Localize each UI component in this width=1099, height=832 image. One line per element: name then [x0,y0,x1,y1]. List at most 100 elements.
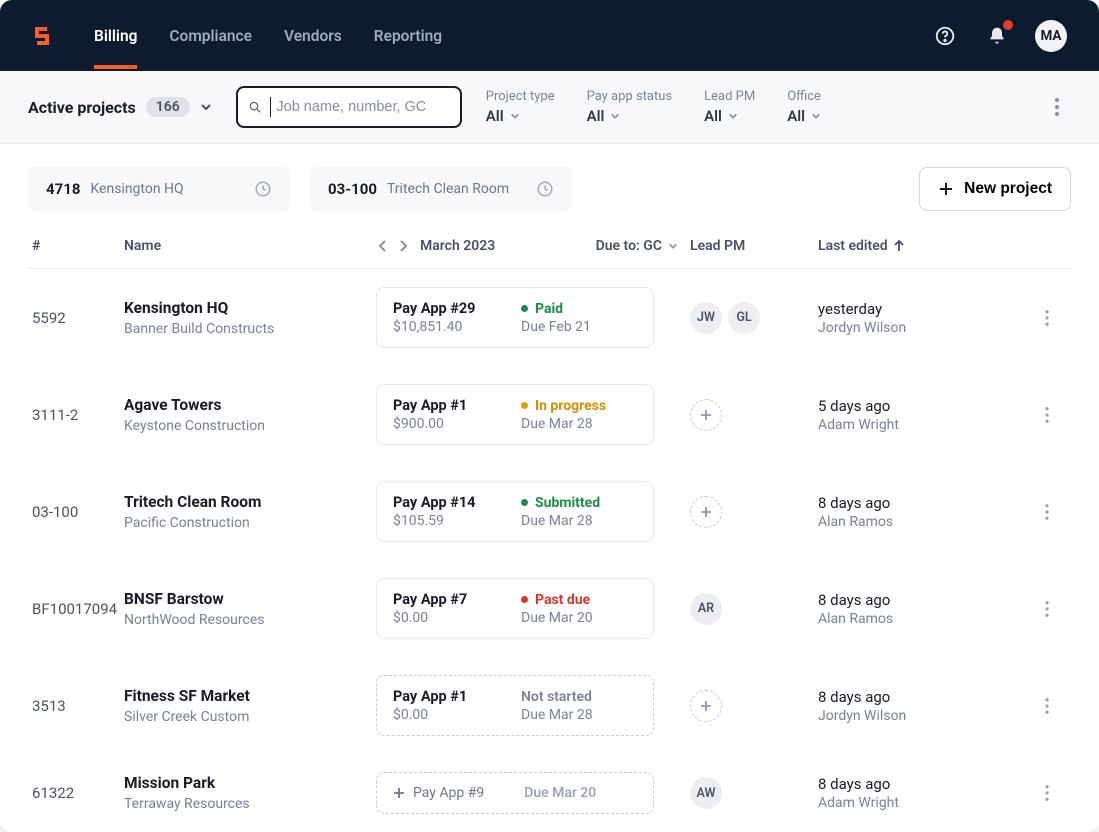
pm-avatar[interactable]: AR [690,593,722,625]
last-edited-label: Last edited [818,238,888,254]
chevron-down-icon [668,241,678,251]
filter-lead-pm[interactable]: Lead PM All [704,89,755,125]
row-more-menu[interactable] [1027,601,1067,617]
filter-project-type[interactable]: Project type All [486,89,555,125]
search-box[interactable] [236,86,462,128]
table-row: 03-100 Tritech Clean Room Pacific Constr… [28,463,1071,560]
new-project-label: New project [964,180,1052,198]
quick-project-card[interactable]: 03-100 Tritech Clean Room [310,166,572,212]
project-name: Mission Park [124,774,376,792]
edited-who: Alan Ramos [818,611,893,627]
chevron-down-icon [811,111,821,121]
add-pm-button[interactable] [690,399,722,431]
column-last-edited[interactable]: Last edited [818,238,1027,254]
row-more-menu[interactable] [1027,310,1067,326]
clock-icon [536,180,554,198]
cell-name[interactable]: Agave Towers Keystone Construction [124,396,376,434]
nav-link-billing[interactable]: Billing [94,3,137,69]
edited-who: Adam Wright [818,417,899,433]
filter-value: All [587,107,605,125]
new-project-button[interactable]: New project [919,167,1071,211]
nav-link-vendors[interactable]: Vendors [284,3,342,69]
cell-number: 5592 [32,309,124,327]
quick-project-card[interactable]: 4718 Kensington HQ [28,166,290,212]
project-name: Kensington HQ [124,299,376,317]
notification-badge [1003,20,1013,30]
pay-app-card[interactable]: Pay App #1 $900.00 In progress Due Mar 2… [376,384,654,445]
cell-name[interactable]: Tritech Clean Room Pacific Construction [124,493,376,531]
pm-avatar[interactable]: JW [690,302,722,334]
pay-app-status: Submitted [521,495,637,511]
cell-name[interactable]: Fitness SF Market Silver Creek Custom [124,687,376,725]
cell-name[interactable]: BNSF Barstow NorthWood Resources [124,590,376,628]
cell-number: 3513 [32,697,124,715]
row-more-menu[interactable] [1027,504,1067,520]
due-to-label: Due to: GC [596,238,662,254]
filter-more-menu[interactable] [1043,89,1071,125]
user-avatar[interactable]: MA [1035,20,1067,52]
filter-label: Lead PM [704,89,755,104]
chevron-down-icon [610,111,620,121]
pay-app-status: Past due [521,592,637,608]
pay-app-name: Pay App #14 [393,494,521,511]
pay-app-card[interactable]: Pay App #29 $10,851.40 Paid Due Feb 21 [376,287,654,348]
project-subtitle: NorthWood Resources [124,612,376,628]
pay-app-due: Due Mar 20 [521,610,637,626]
pay-app-amount: $10,851.40 [393,319,521,335]
filter-value: All [787,107,805,125]
filter-value: All [704,107,722,125]
top-navigation: Billing Compliance Vendors Reporting MA [0,0,1099,71]
row-more-menu[interactable] [1027,698,1067,714]
help-icon[interactable] [931,22,959,50]
quick-project-number: 03-100 [328,180,377,198]
cell-name[interactable]: Mission Park Terraway Resources [124,774,376,812]
pay-app-amount: $0.00 [393,707,521,723]
month-prev-icon[interactable] [376,238,390,254]
pay-app-card[interactable]: Pay App #14 $105.59 Submitted Due Mar 28 [376,481,654,542]
add-pay-app-card[interactable]: Pay App #9 Due Mar 20 [376,772,654,814]
edited-who: Adam Wright [818,795,899,811]
cell-number: BF10017094 [32,600,124,618]
column-number[interactable]: # [32,238,124,254]
project-name: Tritech Clean Room [124,493,376,511]
column-month: March 2023 [420,238,495,254]
lead-pm-cell: AW [690,777,818,809]
active-projects-dropdown[interactable]: Active projects 166 [28,97,212,117]
nav-link-reporting[interactable]: Reporting [374,3,442,69]
row-more-menu[interactable] [1027,785,1067,801]
table-header: # Name March 2023 Due to: GC Lead PM Las… [28,224,1071,269]
nav-link-compliance[interactable]: Compliance [169,3,252,69]
pay-app-name: Pay App #29 [393,300,521,317]
lead-pm-cell [690,399,818,431]
pay-app-amount: $900.00 [393,416,521,432]
notifications-icon[interactable] [983,22,1011,50]
month-next-icon[interactable] [396,238,410,254]
row-more-menu[interactable] [1027,407,1067,423]
column-name[interactable]: Name [124,238,376,254]
add-pm-button[interactable] [690,496,722,528]
project-name: BNSF Barstow [124,590,376,608]
pay-app-due: Due Feb 21 [521,319,637,335]
column-lead-pm[interactable]: Lead PM [690,238,818,254]
add-pm-button[interactable] [690,690,722,722]
filter-bar: Active projects 166 Project type All Pay… [0,71,1099,144]
search-input[interactable] [276,99,449,115]
pm-avatar[interactable]: AW [690,777,722,809]
pay-app-name: Pay App #1 [393,397,521,414]
due-to-dropdown[interactable]: Due to: GC [596,238,678,254]
project-name: Agave Towers [124,396,376,414]
edited-when: yesterday [818,300,906,318]
pay-app-card[interactable]: Pay App #7 $0.00 Past due Due Mar 20 [376,578,654,639]
filter-pay-app-status[interactable]: Pay app status All [587,89,673,125]
edited-when: 8 days ago [818,591,893,609]
edited-who: Jordyn Wilson [818,320,906,336]
pay-app-card[interactable]: Pay App #1 $0.00 Not started Due Mar 28 [376,675,654,736]
filter-office[interactable]: Office All [787,89,821,125]
table-row: 61322 Mission Park Terraway Resources Pa… [28,754,1071,832]
project-subtitle: Keystone Construction [124,418,376,434]
cell-name[interactable]: Kensington HQ Banner Build Constructs [124,299,376,337]
pm-avatar[interactable]: GL [728,302,760,334]
active-projects-count: 166 [146,97,190,117]
pay-app-due: Due Mar 28 [521,416,637,432]
cell-last-edited: 8 days ago Alan Ramos [818,494,1027,530]
